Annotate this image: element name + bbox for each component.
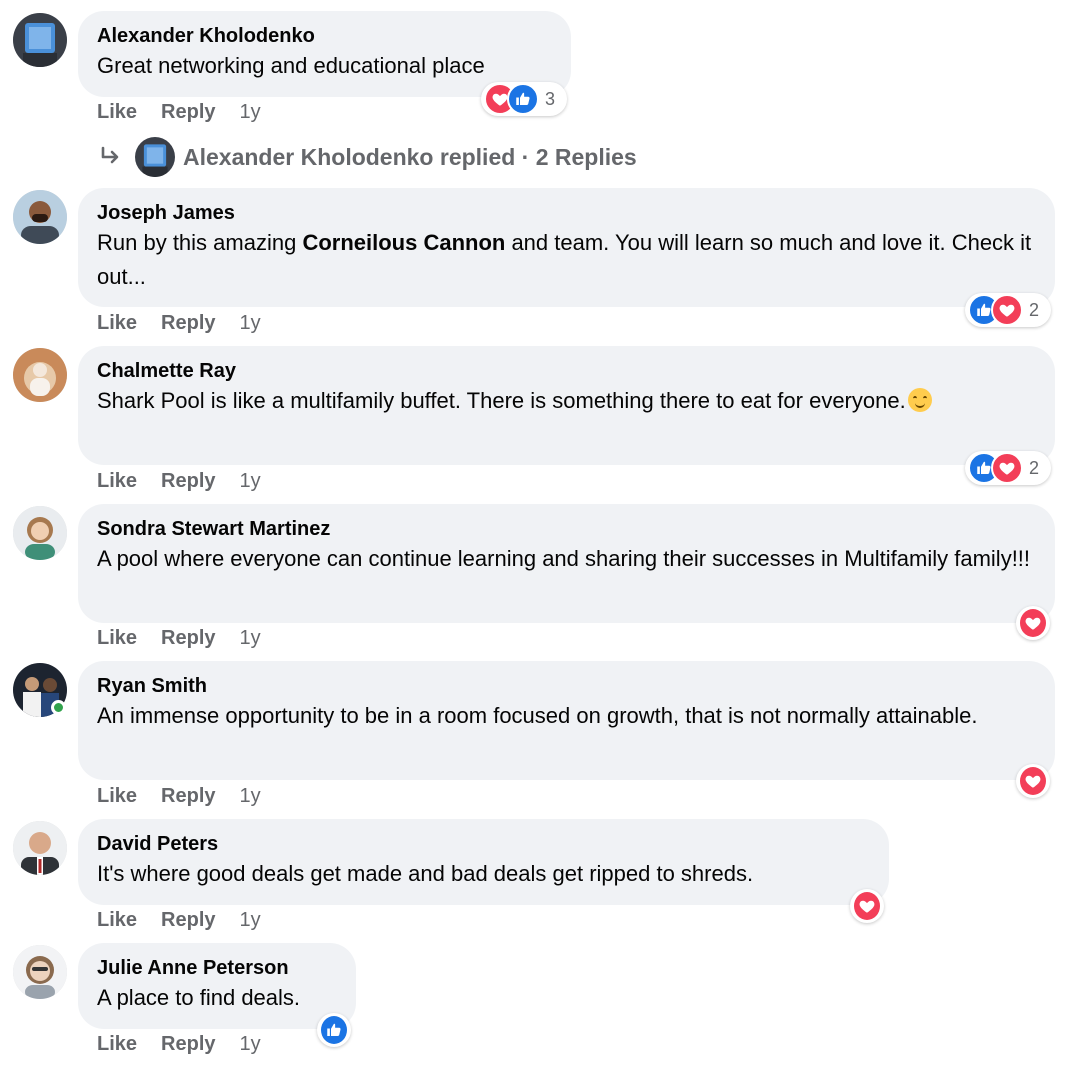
timestamp[interactable]: 1y [240, 1033, 261, 1055]
love-icon [991, 294, 1023, 326]
comment-bubble: Julie Anne Peterson A place to find deal… [78, 943, 356, 1029]
comment-bubble: Joseph James Run by this amazing Corneil… [78, 188, 1055, 307]
timestamp[interactable]: 1y [240, 627, 261, 649]
comment-text: An immense opportunity to be in a room f… [97, 703, 978, 728]
reaction-summary[interactable] [850, 889, 884, 923]
avatar[interactable] [13, 190, 67, 244]
mentioned-name[interactable]: Corneilous Cannon [302, 230, 505, 255]
love-icon [852, 890, 882, 922]
smiling-face-emoji [907, 388, 932, 412]
comment-author[interactable]: Julie Anne Peterson [97, 955, 338, 981]
avatar[interactable] [13, 506, 67, 560]
timestamp[interactable]: 1y [240, 909, 261, 931]
timestamp[interactable]: 1y [240, 312, 261, 334]
reaction-summary[interactable]: 3 [481, 82, 567, 116]
comment-actions: Like Reply 1y [97, 1032, 261, 1056]
avatar[interactable] [13, 348, 67, 402]
like-icon [507, 83, 539, 115]
replies-label: Alexander Kholodenko replied · 2 Replies [183, 143, 637, 170]
comment-author[interactable]: Ryan Smith [97, 673, 1037, 699]
reaction-count: 3 [545, 88, 556, 109]
comment-actions: Like Reply 1y [97, 908, 261, 932]
comment-bubble: Ryan Smith An immense opportunity to be … [78, 661, 1055, 780]
comment-text: A place to find deals. [97, 985, 301, 1010]
view-replies-link[interactable]: Alexander Kholodenko replied · 2 Replies [97, 137, 637, 177]
comment-author[interactable]: Alexander Kholodenko [97, 23, 553, 49]
timestamp[interactable]: 1y [240, 101, 261, 123]
reply-button[interactable]: Reply [161, 1033, 215, 1055]
comment-actions: Like Reply 1y [97, 784, 261, 808]
like-button[interactable]: Like [97, 909, 137, 931]
comment-text: Shark Pool is like a multifamily buffet.… [97, 384, 1037, 418]
comment-actions: Like Reply 1y [97, 100, 261, 124]
reaction-count: 2 [1029, 299, 1040, 320]
like-button[interactable]: Like [97, 101, 137, 123]
like-button[interactable]: Like [97, 627, 137, 649]
avatar[interactable] [13, 945, 67, 999]
comment-text: It's where good deals get made and bad d… [97, 861, 754, 886]
comment-actions: Like Reply 1y [97, 626, 261, 650]
love-icon [1018, 607, 1048, 639]
like-button[interactable]: Like [97, 785, 137, 807]
reply-avatar [135, 137, 175, 177]
reaction-summary[interactable]: 2 [965, 293, 1051, 327]
comment-author[interactable]: David Peters [97, 831, 871, 857]
comment-bubble: Sondra Stewart Martinez A pool where eve… [78, 504, 1055, 623]
love-icon [991, 452, 1023, 484]
comment-actions: Like Reply 1y [97, 469, 261, 493]
comment-text: A pool where everyone can continue learn… [97, 546, 1031, 571]
comment-bubble: David Peters It's where good deals get m… [78, 819, 889, 905]
comment-author[interactable]: Sondra Stewart Martinez [97, 516, 1037, 542]
timestamp[interactable]: 1y [240, 785, 261, 807]
reaction-summary[interactable]: 2 [965, 451, 1051, 485]
comment-author[interactable]: Chalmette Ray [97, 358, 1037, 384]
reaction-summary[interactable] [317, 1013, 351, 1047]
avatar[interactable] [13, 13, 67, 67]
comment-actions: Like Reply 1y [97, 311, 261, 335]
comment-author[interactable]: Joseph James [97, 200, 1037, 226]
comment-text: Great networking and educational place [97, 53, 485, 78]
reply-arrow-icon [101, 146, 119, 164]
reply-button[interactable]: Reply [161, 785, 215, 807]
love-icon [1018, 765, 1048, 797]
reaction-summary[interactable] [1016, 764, 1050, 798]
timestamp[interactable]: 1y [240, 470, 261, 492]
like-icon [319, 1014, 349, 1046]
reply-button[interactable]: Reply [161, 627, 215, 649]
avatar[interactable] [13, 821, 67, 875]
like-button[interactable]: Like [97, 470, 137, 492]
comment-bubble: Chalmette Ray Shark Pool is like a multi… [78, 346, 1055, 465]
like-button[interactable]: Like [97, 1033, 137, 1055]
reply-button[interactable]: Reply [161, 470, 215, 492]
reply-button[interactable]: Reply [161, 909, 215, 931]
reply-button[interactable]: Reply [161, 312, 215, 334]
online-status-indicator [51, 700, 66, 715]
reaction-count: 2 [1029, 457, 1040, 478]
reply-button[interactable]: Reply [161, 101, 215, 123]
like-button[interactable]: Like [97, 312, 137, 334]
comment-text: Run by this amazing Corneilous Cannon an… [97, 230, 1032, 289]
reaction-summary[interactable] [1016, 606, 1050, 640]
